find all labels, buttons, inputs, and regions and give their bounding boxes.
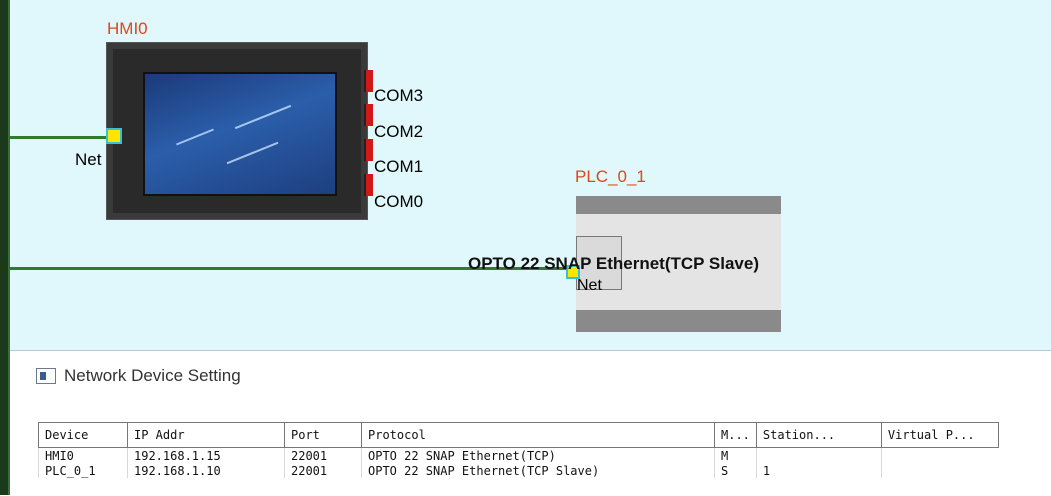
left-frame-border [0, 0, 8, 495]
table-header-row: Device IP Addr Port Protocol M... Statio… [38, 422, 999, 448]
plc-device-top[interactable] [576, 196, 781, 214]
cell-station[interactable] [755, 447, 882, 463]
cell-port[interactable]: 22001 [284, 463, 362, 478]
col-protocol[interactable]: Protocol [361, 422, 715, 448]
plc-net-label: Net [577, 277, 602, 294]
com2-port-tab[interactable] [364, 104, 373, 126]
com0-port-tab[interactable] [364, 174, 373, 196]
col-virtual-port[interactable]: Virtual P... [880, 422, 999, 448]
cell-mode[interactable]: M [714, 447, 757, 463]
screen-glint [176, 128, 214, 146]
cell-mode[interactable]: S [714, 463, 757, 478]
hmi-net-port[interactable] [106, 128, 122, 144]
col-port[interactable]: Port [284, 422, 362, 448]
hmi-screen-image [143, 72, 337, 196]
window-icon [36, 368, 56, 384]
cell-port[interactable]: 22001 [284, 447, 362, 463]
cell-protocol[interactable]: OPTO 22 SNAP Ethernet(TCP) [361, 447, 715, 463]
cell-virtual-port[interactable] [880, 463, 999, 478]
col-mode[interactable]: M... [714, 422, 757, 448]
screen-glint [234, 104, 292, 130]
plc-device-bottom[interactable] [576, 310, 781, 332]
hmi-network-line[interactable] [10, 136, 108, 139]
window-icon-inner [40, 372, 46, 380]
col-ip-addr[interactable]: IP Addr [127, 422, 285, 448]
com0-label: COM0 [374, 192, 424, 211]
cell-ip-addr[interactable]: 192.168.1.10 [127, 463, 285, 478]
cell-device[interactable]: PLC_0_1 [38, 463, 128, 478]
plc-title: PLC_0_1 [575, 167, 646, 186]
plc-device-name: OPTO 22 SNAP Ethernet(TCP Slave) [468, 254, 759, 273]
table-row[interactable]: PLC_0_1 192.168.1.10 22001 OPTO 22 SNAP … [38, 463, 999, 478]
com2-label: COM2 [374, 122, 424, 141]
com3-label: COM3 [374, 86, 424, 105]
com1-port-tab[interactable] [364, 139, 373, 161]
col-station[interactable]: Station... [755, 422, 882, 448]
com3-port-tab[interactable] [364, 70, 373, 92]
hmi-title: HMI0 [107, 19, 148, 38]
cell-protocol[interactable]: OPTO 22 SNAP Ethernet(TCP Slave) [361, 463, 715, 478]
screen-glint [226, 141, 279, 165]
network-device-table[interactable]: Device IP Addr Port Protocol M... Statio… [38, 422, 999, 478]
cell-virtual-port[interactable] [880, 447, 999, 463]
hmi-net-label: Net [75, 150, 102, 169]
cell-ip-addr[interactable]: 192.168.1.15 [127, 447, 285, 463]
panel-title: Network Device Setting [64, 366, 241, 385]
table-row[interactable]: HMI0 192.168.1.15 22001 OPTO 22 SNAP Eth… [38, 447, 999, 463]
cell-device[interactable]: HMI0 [38, 447, 128, 463]
com1-label: COM1 [374, 157, 424, 176]
col-device[interactable]: Device [38, 422, 128, 448]
cell-station[interactable]: 1 [755, 463, 882, 478]
